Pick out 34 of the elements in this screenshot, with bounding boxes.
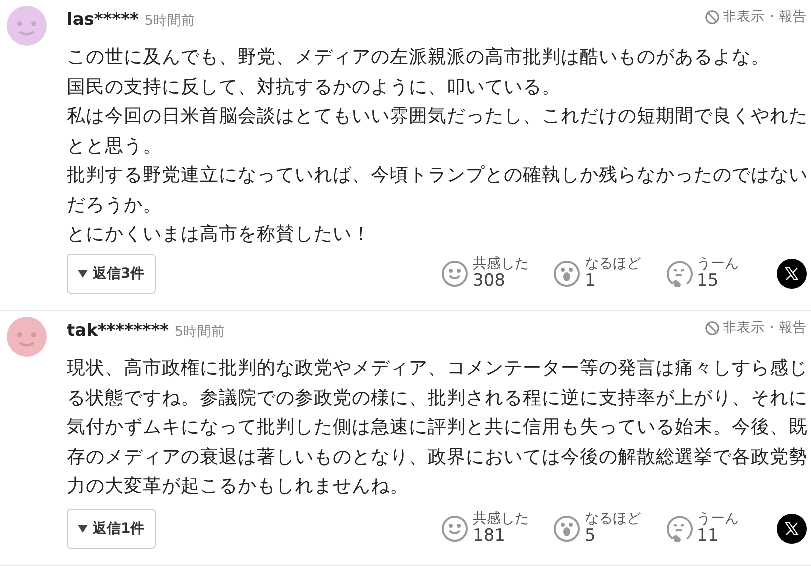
reaction-button[interactable]: うーん 11 — [665, 511, 777, 547]
share-x-button[interactable] — [777, 514, 807, 544]
reaction-button[interactable]: うーん 15 — [665, 256, 777, 292]
comment-text: 現状、高市政権に批判的な政党やメディア、コメンテーター等の発言は痛々しすら感じる状態ですね。参議院での参政党の様に、批判される程に逆に支持率が上がり、それに気付かずムキになって批判した側は急速に評判と共に信用も失っている始末。今後、既存のメディアの衰退は著しいものとなり、政界においては今後の解散総選挙で各政党勢力の大変革が起こるかもしれませんね。 — [67, 357, 808, 499]
caret-icon — [78, 270, 88, 278]
hide-report-link[interactable]: 非表示・報告 — [705, 8, 807, 26]
smile-icon — [441, 260, 469, 288]
x-logo-icon — [785, 266, 799, 281]
block-icon — [705, 10, 720, 24]
reaction-button[interactable]: なるほど 1 — [553, 256, 665, 292]
block-icon — [705, 320, 720, 336]
surprised-face-icon — [553, 514, 581, 543]
thinking-face-icon — [665, 260, 693, 288]
replies-button[interactable]: 返信3件 — [67, 254, 156, 294]
comment-text: 私は今回の日米首脳会談はとてもいい雰囲気だったし、これだけの短期間で良くやれたとと思う。 — [67, 105, 808, 158]
replies-button[interactable]: 返信1件 — [67, 509, 156, 549]
reaction-button[interactable]: 共感した 308 — [441, 256, 553, 292]
smile-icon — [441, 514, 469, 543]
comment-text: 国民の支持に反して、対抗するかのように、叩いている。 — [67, 76, 562, 100]
caret-icon — [78, 525, 88, 533]
comment-text: とにかくいまは高市を称賛したい！ — [67, 223, 372, 247]
thinking-face-icon — [665, 514, 693, 543]
reaction-button[interactable]: なるほど 5 — [553, 511, 665, 547]
post-time: 5時間前 — [144, 12, 196, 30]
share-x-button[interactable] — [777, 258, 807, 289]
surprised-face-icon — [553, 260, 581, 288]
comment-text: 批判する野党連立になっていれば、今頃トランプとの確執しか残らなかったのではないだろうか。 — [67, 164, 808, 218]
x-logo-icon — [785, 522, 799, 536]
hide-report-link[interactable]: 非表示・報告 — [705, 319, 807, 337]
reaction-button[interactable]: 共感した 181 — [441, 511, 553, 547]
username: tak******** — [67, 320, 170, 340]
username: las***** — [67, 10, 139, 30]
comment-text: この世に及んでも、野党、メディアの左派親派の高市批判は酷いものがあるよな。 — [67, 46, 771, 70]
post-time: 5時間前 — [175, 322, 226, 340]
